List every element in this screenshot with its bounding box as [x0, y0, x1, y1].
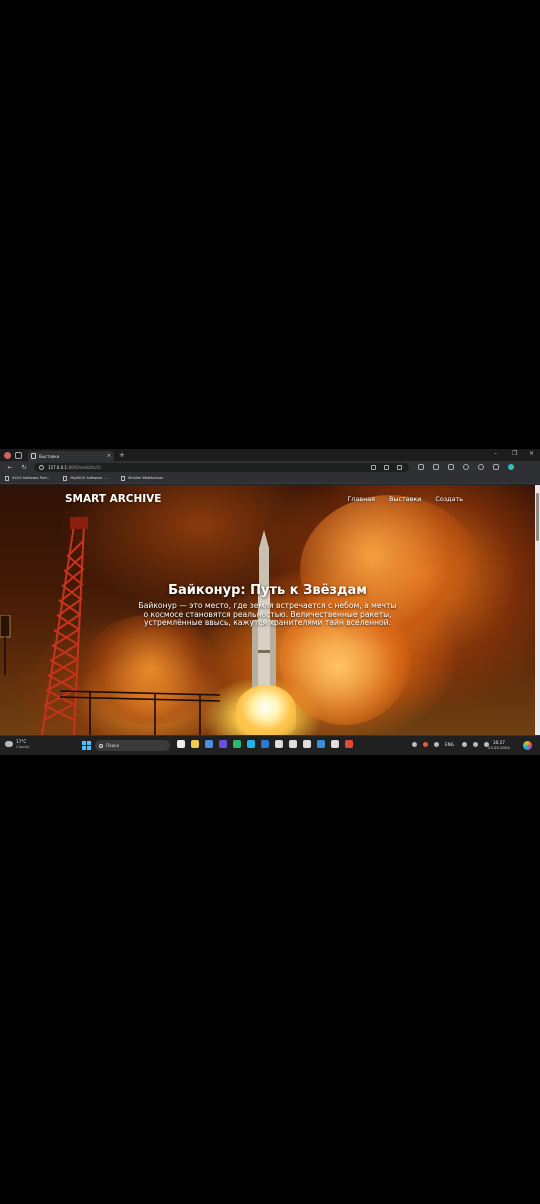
file-explorer-icon[interactable]	[191, 740, 199, 748]
read-aloud-icon[interactable]	[371, 464, 376, 470]
app-icon[interactable]	[317, 740, 325, 748]
app-icon[interactable]	[233, 740, 241, 748]
chevron-up-icon[interactable]	[412, 742, 417, 747]
page-icon	[5, 475, 9, 481]
taskbar-apps	[177, 740, 359, 748]
app-tray-icon[interactable]	[423, 742, 428, 747]
page-favicon-icon	[31, 453, 36, 459]
favorites-icon[interactable]	[433, 464, 439, 470]
hero-description: Байконур — это место, где земля встречае…	[138, 601, 397, 628]
site-info-icon[interactable]	[39, 464, 44, 470]
address-bar[interactable]: 127.0.0.1:8000/exhibits/3/	[34, 462, 409, 472]
browser-tab-bar: Выставки × + – ❐ ×	[0, 449, 540, 461]
minimize-button[interactable]: –	[494, 450, 497, 457]
page-viewport: SMART ARCHIVE Главная Выставки Создать Б…	[0, 485, 535, 735]
lighting-mast-illustration	[0, 615, 11, 675]
task-view-icon[interactable]	[177, 740, 185, 748]
app-icon[interactable]	[345, 740, 353, 748]
hero-title: Байконур: Путь к Звёздам	[168, 583, 367, 598]
engine-flame	[236, 685, 296, 735]
copilot-icon[interactable]	[523, 741, 532, 750]
nav-link-home[interactable]: Главная	[347, 495, 375, 503]
profile-avatar-icon[interactable]	[4, 451, 11, 459]
screenshot-frame: Выставки × + – ❐ × ← ↻ 127.0.0.1:8000/ex…	[0, 449, 540, 755]
bookmark-item[interactable]: MyASUS Software -...	[63, 475, 109, 481]
windows-start-icon[interactable]	[82, 741, 91, 750]
site-menu: Главная Выставки Создать	[333, 495, 463, 503]
bookmark-item[interactable]: McAfee WebAdvisor	[121, 475, 164, 481]
bookmark-label: ASUS Software Port...	[12, 476, 51, 480]
weather-condition: Cloudy	[16, 744, 30, 749]
input-language[interactable]: ENG	[445, 742, 454, 747]
tab-title: Выставки	[39, 453, 60, 459]
bookmark-label: MyASUS Software -...	[70, 476, 109, 480]
scrollbar-thumb[interactable]	[536, 493, 539, 541]
weather-widget[interactable]: 17°C Cloudy	[5, 739, 29, 749]
store-icon[interactable]	[205, 740, 213, 748]
bookmarks-bar: ASUS Software Port... MyASUS Software -.…	[0, 473, 540, 484]
app-icon[interactable]	[331, 740, 339, 748]
refresh-icon[interactable]: ↻	[20, 464, 28, 471]
settings-icon[interactable]	[289, 740, 297, 748]
url-text: 127.0.0.1:8000/exhibits/3/	[48, 465, 101, 470]
browser-toolbar: ← ↻ 127.0.0.1:8000/exhibits/3/	[0, 461, 540, 473]
page-icon	[121, 475, 126, 481]
bookmark-label: McAfee WebAdvisor	[128, 476, 164, 480]
app-icon[interactable]	[275, 740, 283, 748]
workspaces-icon[interactable]	[15, 451, 22, 459]
cloud-icon	[5, 741, 13, 747]
wifi-icon[interactable]	[462, 742, 468, 747]
nav-link-create[interactable]: Создать	[435, 495, 463, 503]
windows-taskbar: 17°C Cloudy Поиск ENG 16:27 23.05.2024	[0, 735, 540, 755]
tab-close-icon[interactable]: ×	[107, 453, 111, 459]
search-label: Поиск	[106, 743, 120, 748]
microphone-icon[interactable]	[434, 742, 439, 747]
taskbar-clock[interactable]: 16:27 23.05.2024	[488, 740, 510, 750]
vscode-icon[interactable]	[261, 740, 269, 748]
menu-icon[interactable]	[493, 464, 499, 470]
url-path: :8000/exhibits/3/	[67, 464, 101, 470]
page-icon	[63, 475, 68, 481]
copilot-icon[interactable]	[508, 464, 514, 470]
gantry-illustration	[60, 690, 220, 735]
site-logo[interactable]: SMART ARCHIVE	[65, 493, 161, 505]
new-tab-button[interactable]: +	[119, 451, 125, 459]
clock-date: 23.05.2024	[488, 745, 510, 750]
profile-icon[interactable]	[478, 464, 484, 470]
url-host: 127.0.0.1	[48, 464, 68, 470]
volume-icon[interactable]	[473, 742, 479, 747]
search-icon	[99, 743, 103, 748]
edge-icon[interactable]	[247, 740, 255, 748]
back-icon[interactable]: ←	[6, 464, 14, 471]
browser-tab[interactable]: Выставки ×	[28, 451, 114, 461]
app-icon[interactable]	[219, 740, 227, 748]
system-tray: ENG	[412, 742, 495, 747]
close-window-button[interactable]: ×	[529, 450, 534, 457]
favorite-star-icon[interactable]	[397, 464, 402, 470]
app-icon[interactable]	[303, 740, 311, 748]
site-header: SMART ARCHIVE Главная Выставки Создать	[0, 485, 535, 515]
page-scrollbar[interactable]	[535, 485, 540, 735]
maximize-button[interactable]: ❐	[512, 450, 517, 457]
bookmark-item[interactable]: ASUS Software Port...	[5, 475, 51, 481]
nav-link-exhibits[interactable]: Выставки	[389, 495, 421, 503]
split-screen-icon[interactable]	[418, 464, 424, 470]
taskbar-search[interactable]: Поиск	[95, 740, 170, 751]
collections-icon[interactable]	[448, 464, 454, 470]
extensions-icon[interactable]	[463, 464, 469, 470]
zoom-icon[interactable]	[384, 464, 389, 470]
